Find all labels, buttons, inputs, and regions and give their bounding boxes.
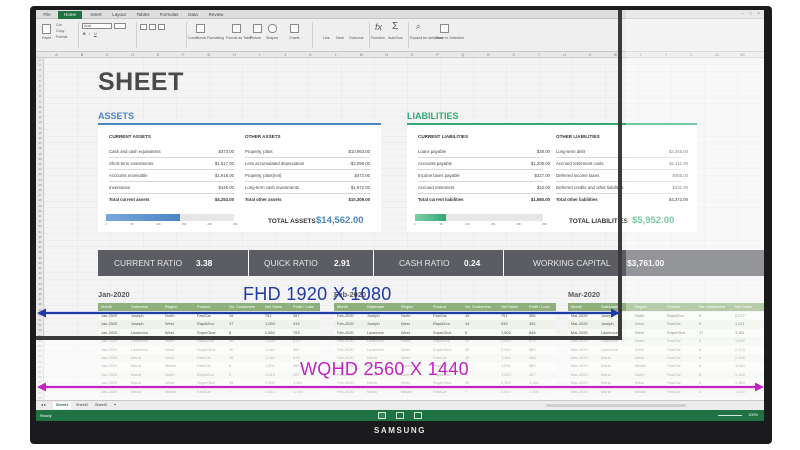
resolution-arrows <box>37 308 764 392</box>
wqhd-label: WQHD 2560 X 1440 <box>300 359 469 379</box>
samsung-logo: SAMSUNG <box>373 426 427 435</box>
fhd-arrow <box>37 308 620 318</box>
fhd-label: FHD 1920 X 1080 <box>243 284 392 304</box>
stage: – □ × File Home Insert Layout Tables Formulas… <box>0 0 800 450</box>
wqhd-arrow <box>37 382 764 392</box>
